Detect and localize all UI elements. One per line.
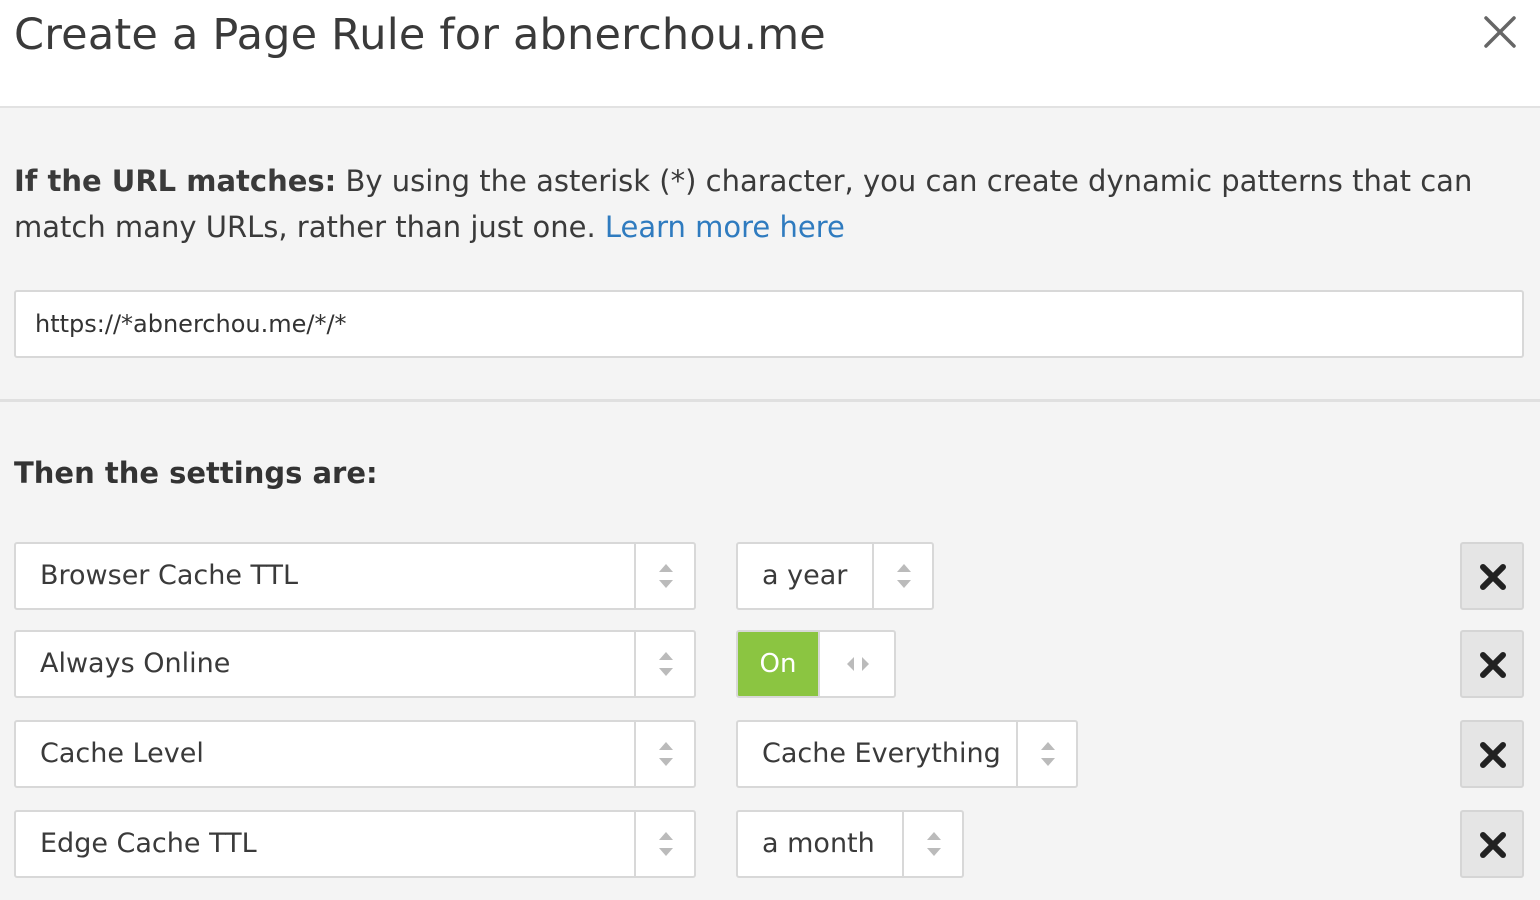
value-select-label: a year xyxy=(762,560,848,591)
remove-setting-button[interactable] xyxy=(1460,542,1524,610)
remove-x-icon xyxy=(1480,564,1506,590)
setting-select-label: Edge Cache TTL xyxy=(40,828,257,859)
select-arrows-icon xyxy=(902,812,962,876)
toggle-arrows-icon xyxy=(847,657,869,671)
select-arrows-icon xyxy=(634,544,694,608)
dialog-header: Create a Page Rule for abnerchou.me xyxy=(0,0,1540,108)
value-select[interactable]: a year xyxy=(736,542,934,610)
toggle-handle[interactable] xyxy=(818,632,894,696)
setting-row: Edge Cache TTL a month xyxy=(0,810,1540,878)
select-arrows-icon xyxy=(634,722,694,786)
setting-select-label: Cache Level xyxy=(40,738,204,769)
close-button[interactable] xyxy=(1480,12,1520,52)
remove-x-icon xyxy=(1480,832,1506,858)
setting-select-label: Always Online xyxy=(40,648,231,679)
setting-row: Always Online On xyxy=(0,630,1540,698)
setting-select[interactable]: Browser Cache TTL xyxy=(14,542,696,610)
remove-x-icon xyxy=(1480,652,1506,678)
setting-row: Cache Level Cache Everything xyxy=(0,720,1540,788)
url-pattern-input[interactable] xyxy=(14,290,1524,358)
setting-select[interactable]: Edge Cache TTL xyxy=(14,810,696,878)
setting-select-label: Browser Cache TTL xyxy=(40,560,299,591)
settings-heading: Then the settings are: xyxy=(14,456,378,490)
remove-setting-button[interactable] xyxy=(1460,810,1524,878)
learn-more-link[interactable]: Learn more here xyxy=(605,210,845,244)
url-match-label: If the URL matches: xyxy=(14,164,337,198)
toggle-on-label: On xyxy=(738,632,818,696)
select-arrows-icon xyxy=(634,632,694,696)
value-select[interactable]: a month xyxy=(736,810,964,878)
select-arrows-icon xyxy=(872,544,932,608)
setting-select[interactable]: Cache Level xyxy=(14,720,696,788)
remove-x-icon xyxy=(1480,742,1506,768)
setting-select[interactable]: Always Online xyxy=(14,630,696,698)
remove-setting-button[interactable] xyxy=(1460,720,1524,788)
dialog-title: Create a Page Rule for abnerchou.me xyxy=(14,10,826,60)
select-arrows-icon xyxy=(1016,722,1076,786)
url-match-description: If the URL matches: By using the asteris… xyxy=(14,158,1514,250)
select-arrows-icon xyxy=(634,812,694,876)
value-select-label: a month xyxy=(762,828,875,859)
setting-row: Browser Cache TTL a year xyxy=(0,542,1540,610)
close-icon xyxy=(1484,16,1516,48)
always-online-toggle[interactable]: On xyxy=(736,630,896,698)
remove-setting-button[interactable] xyxy=(1460,630,1524,698)
url-match-section: If the URL matches: By using the asteris… xyxy=(0,110,1540,402)
value-select[interactable]: Cache Everything xyxy=(736,720,1078,788)
value-select-label: Cache Everything xyxy=(762,738,1001,769)
